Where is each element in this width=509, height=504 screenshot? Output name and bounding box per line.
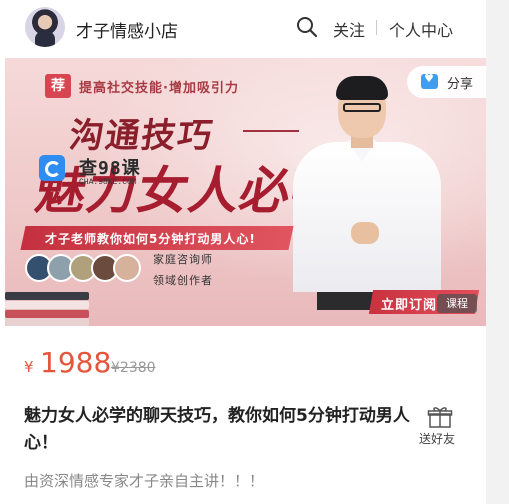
share-label: 分享 (447, 77, 474, 92)
course-banner[interactable]: 荐 提高社交技能·增加吸引力 沟通技巧 魅力女人必学 查98课 CHA.98KE… (5, 58, 486, 326)
price-currency: ¥ (24, 358, 34, 376)
teacher-photo (287, 74, 447, 326)
original-price: ¥2380 (111, 360, 156, 376)
subscribe-button-label[interactable]: 立即订阅 (381, 294, 437, 313)
watermark-text: 查98课 (79, 158, 141, 179)
course-description: 由资深情感专家才子亲自主讲！！！ (24, 472, 265, 490)
student-avatars (25, 254, 145, 282)
price: 1988 (40, 346, 112, 379)
share-button[interactable]: 分享 (407, 66, 486, 98)
recommend-tag: 荐 (45, 74, 71, 98)
course-type-badge: 课程 (437, 294, 477, 313)
teacher-role-2: 领域创作者 (153, 274, 213, 287)
course-title: 魅力女人必学的聊天技巧，教你如何5分钟打动男人心！ (24, 406, 410, 453)
watermark-url: CHA.98KE.COM (79, 178, 137, 187)
shop-avatar[interactable] (25, 7, 65, 47)
header-divider (376, 20, 377, 35)
gift-icon[interactable] (427, 405, 453, 429)
user-center-link[interactable]: 个人中心 (389, 17, 453, 41)
share-icon (421, 72, 438, 89)
banner-tagline: 提高社交技能·增加吸引力 (79, 81, 239, 96)
shop-name[interactable]: 才子情感小店 (76, 17, 178, 42)
shop-header: 才子情感小店 关注 个人中心 (0, 0, 486, 56)
banner-ribbon-text: 才子老师教你如何5分钟打动男人心! (45, 232, 256, 246)
product-page: 才子情感小店 关注 个人中心 荐 提高社交技能·增加吸引力 沟通技巧 魅力女人必… (0, 0, 486, 504)
page-side-gutter (486, 0, 509, 504)
books-decoration (5, 288, 95, 326)
send-to-friend-label[interactable]: 送好友 (419, 430, 455, 447)
follow-button[interactable]: 关注 (333, 17, 365, 41)
banner-title-line1: 沟通技巧 (66, 116, 217, 156)
search-icon[interactable] (296, 16, 318, 38)
teacher-role-1: 家庭咨询师 (153, 253, 213, 266)
watermark-logo-icon (39, 155, 65, 181)
